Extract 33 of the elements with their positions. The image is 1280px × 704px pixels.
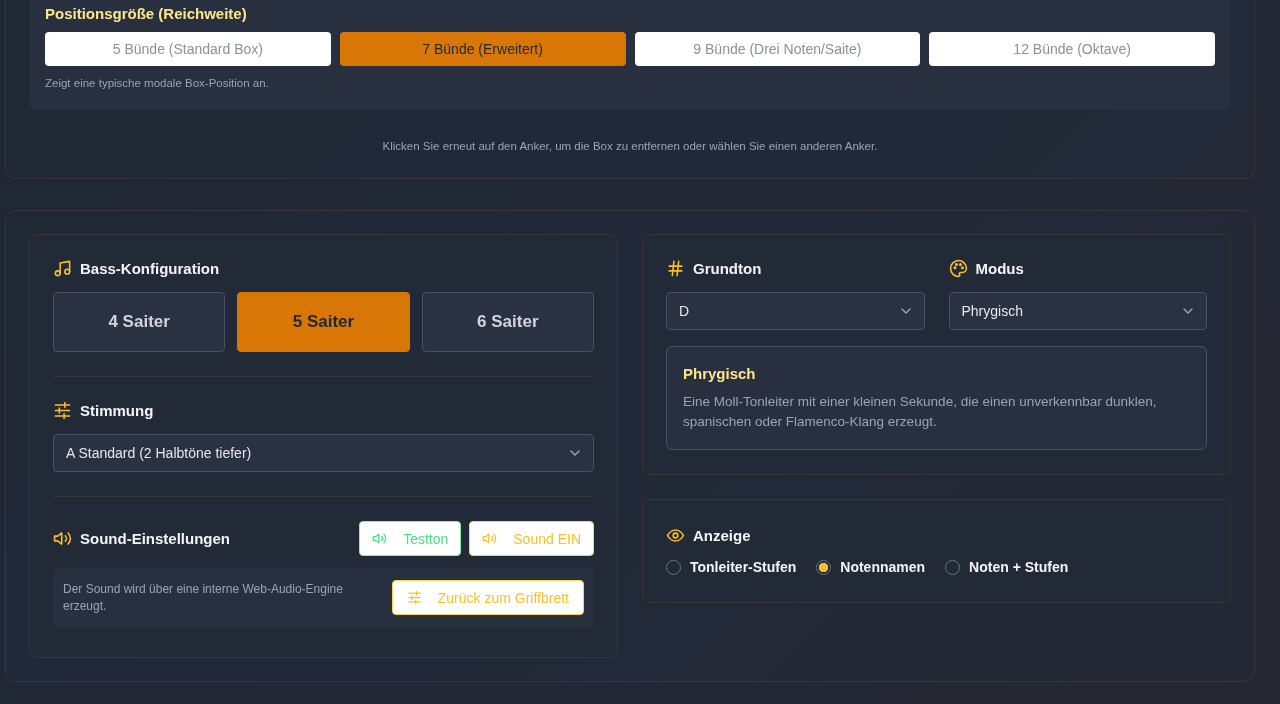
section-title: Modus (975, 260, 1024, 277)
radio-label[interactable]: Notennamen (840, 559, 926, 576)
string-count-button[interactable]: 5 Saiter (237, 292, 410, 352)
radio-button[interactable] (945, 559, 961, 575)
position-size-button[interactable]: 7 Bünde (Erweitert) (339, 32, 626, 66)
speaker-icon (53, 529, 72, 548)
mode-description: Eine Moll-Tonleiter mit einer kleinen Sekunde, die einen unverkennbar dunklen, spanischen oder Flamenco-Klang erzeugt. (683, 393, 1158, 431)
radio-button[interactable] (816, 559, 832, 575)
section-title: Bass-Konfiguration (80, 260, 220, 277)
radio-button[interactable] (666, 559, 681, 575)
section-title: Anzeige (693, 527, 751, 545)
tuning-select[interactable]: A Standard (2 Halbtöne tiefer) (53, 434, 594, 472)
root-select[interactable]: D (666, 292, 925, 330)
string-count-button[interactable]: 4 Saiter (53, 292, 226, 352)
section-title: Stimmung (80, 402, 154, 419)
mode-name: Phrygisch (683, 365, 757, 382)
music-note-icon (53, 259, 72, 278)
radio-label[interactable]: Tonleiter-Stufen (690, 559, 797, 576)
note-text: Der Sound wird über eine interne Web-Audio-Engine erzeugt. (63, 581, 344, 614)
string-count-button[interactable]: 6 Saiter (421, 292, 594, 352)
speaker-icon (372, 531, 388, 546)
mode-select[interactable]: Phrygisch (948, 292, 1207, 330)
sliders-icon (53, 401, 72, 420)
palette-icon (948, 259, 968, 278)
radio-label[interactable]: Noten + Stufen (969, 559, 1069, 576)
sliders-icon (406, 590, 422, 605)
hint-text: Klicken Sie erneut auf den Anker, um die Box zu entfernen oder wählen Sie einen anderen Anker. (381, 140, 879, 152)
section-title: Positionsgröße (Reichweite) (45, 5, 248, 22)
speaker-icon (482, 531, 498, 546)
section-title: Sound-Einstellungen (80, 530, 230, 547)
description-text: Zeigt eine typische modale Box-Position an. (45, 77, 270, 89)
hash-icon (666, 259, 685, 278)
section-title: Grundton (693, 260, 762, 277)
